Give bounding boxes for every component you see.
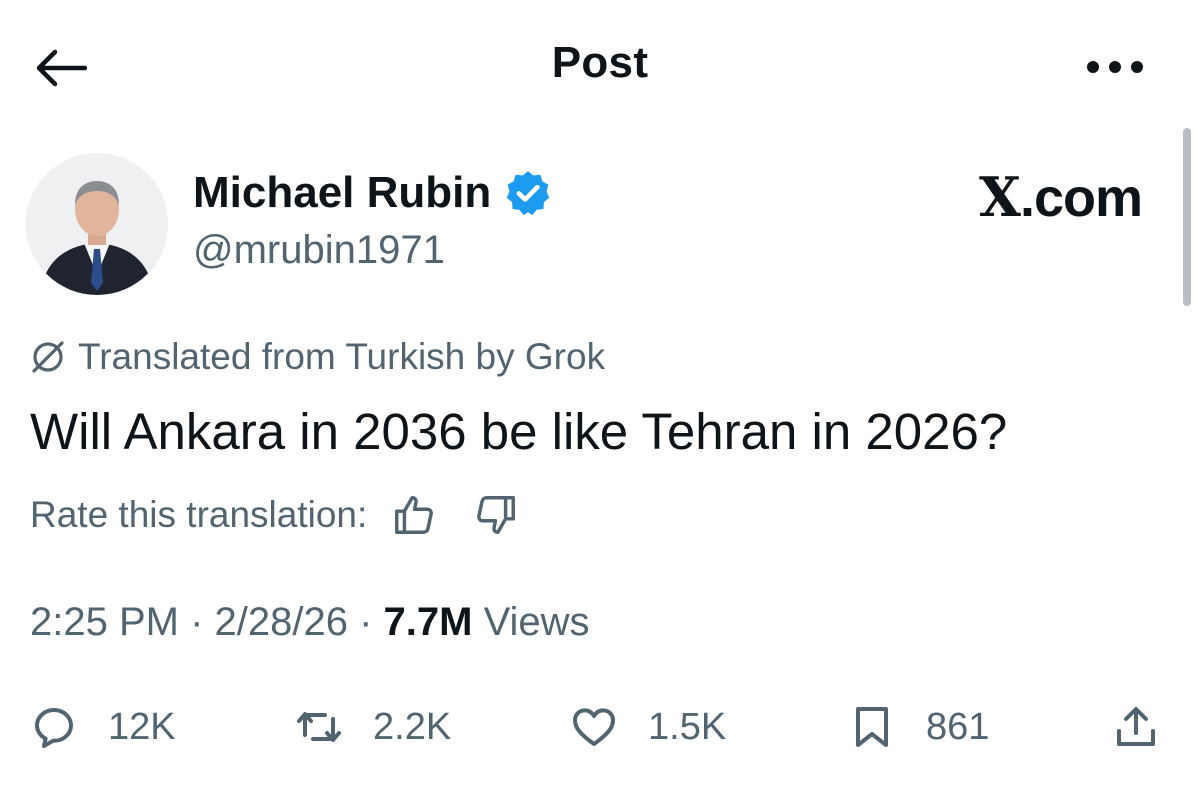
- reply-count: 12K: [108, 705, 176, 748]
- translation-notice: Translated from Turkish by Grok: [30, 336, 605, 378]
- reply-icon: [35, 708, 73, 748]
- heart-icon: [573, 708, 615, 746]
- repost-icon: [297, 712, 341, 742]
- post-text: Will Ankara in 2036 be like Tehran in 20…: [30, 403, 1008, 460]
- like-button[interactable]: 1.5K: [570, 695, 726, 759]
- views-count[interactable]: 7.7M: [384, 600, 473, 644]
- post-date[interactable]: 2/28/26: [215, 600, 348, 644]
- post-meta: 2:25 PM · 2/28/26 · 7.7M Views: [30, 600, 590, 645]
- meta-separator: ·: [347, 600, 384, 644]
- thumbs-up-button[interactable]: [389, 490, 439, 540]
- more-horizontal-icon: [1087, 61, 1143, 73]
- thumbs-down-button[interactable]: [471, 490, 521, 540]
- rate-translation-label: Rate this translation:: [30, 494, 368, 535]
- bookmark-button[interactable]: 861: [848, 695, 989, 759]
- translation-notice-text: Translated from Turkish by Grok: [78, 336, 606, 377]
- author-handle[interactable]: @mrubin1971: [193, 228, 445, 273]
- avatar[interactable]: [26, 153, 168, 295]
- grok-icon: [32, 341, 64, 373]
- repost-button[interactable]: 2.2K: [295, 695, 451, 759]
- share-icon: [1117, 707, 1155, 746]
- bookmark-count: 861: [926, 705, 990, 748]
- page-title: Post: [551, 38, 649, 87]
- author-name-text: Michael Rubin: [193, 168, 492, 217]
- views-label: Views: [472, 600, 590, 644]
- like-count: 1.5K: [648, 705, 727, 748]
- meta-separator: ·: [178, 600, 215, 644]
- share-button[interactable]: [1112, 695, 1160, 759]
- bookmark-icon: [856, 707, 888, 747]
- x-com-watermark: X.com: [979, 165, 1143, 229]
- x-logo: X: [979, 165, 1021, 229]
- rate-translation-row: Rate this translation:: [30, 490, 521, 540]
- scrollbar[interactable]: [1183, 128, 1191, 306]
- post-time[interactable]: 2:25 PM: [30, 600, 179, 644]
- reply-button[interactable]: 12K: [30, 695, 176, 759]
- action-bar: 12K 2.2K 1.5K 861: [30, 695, 1180, 759]
- avatar-image: [26, 153, 168, 295]
- more-options-button[interactable]: [1080, 50, 1150, 84]
- x-logo-suffix: .com: [1019, 168, 1143, 228]
- verified-badge-icon[interactable]: [503, 168, 553, 218]
- thumbs-up-icon: [395, 496, 434, 534]
- thumbs-down-icon: [477, 496, 516, 534]
- repost-count: 2.2K: [373, 705, 452, 748]
- author-name[interactable]: Michael Rubin: [193, 168, 553, 218]
